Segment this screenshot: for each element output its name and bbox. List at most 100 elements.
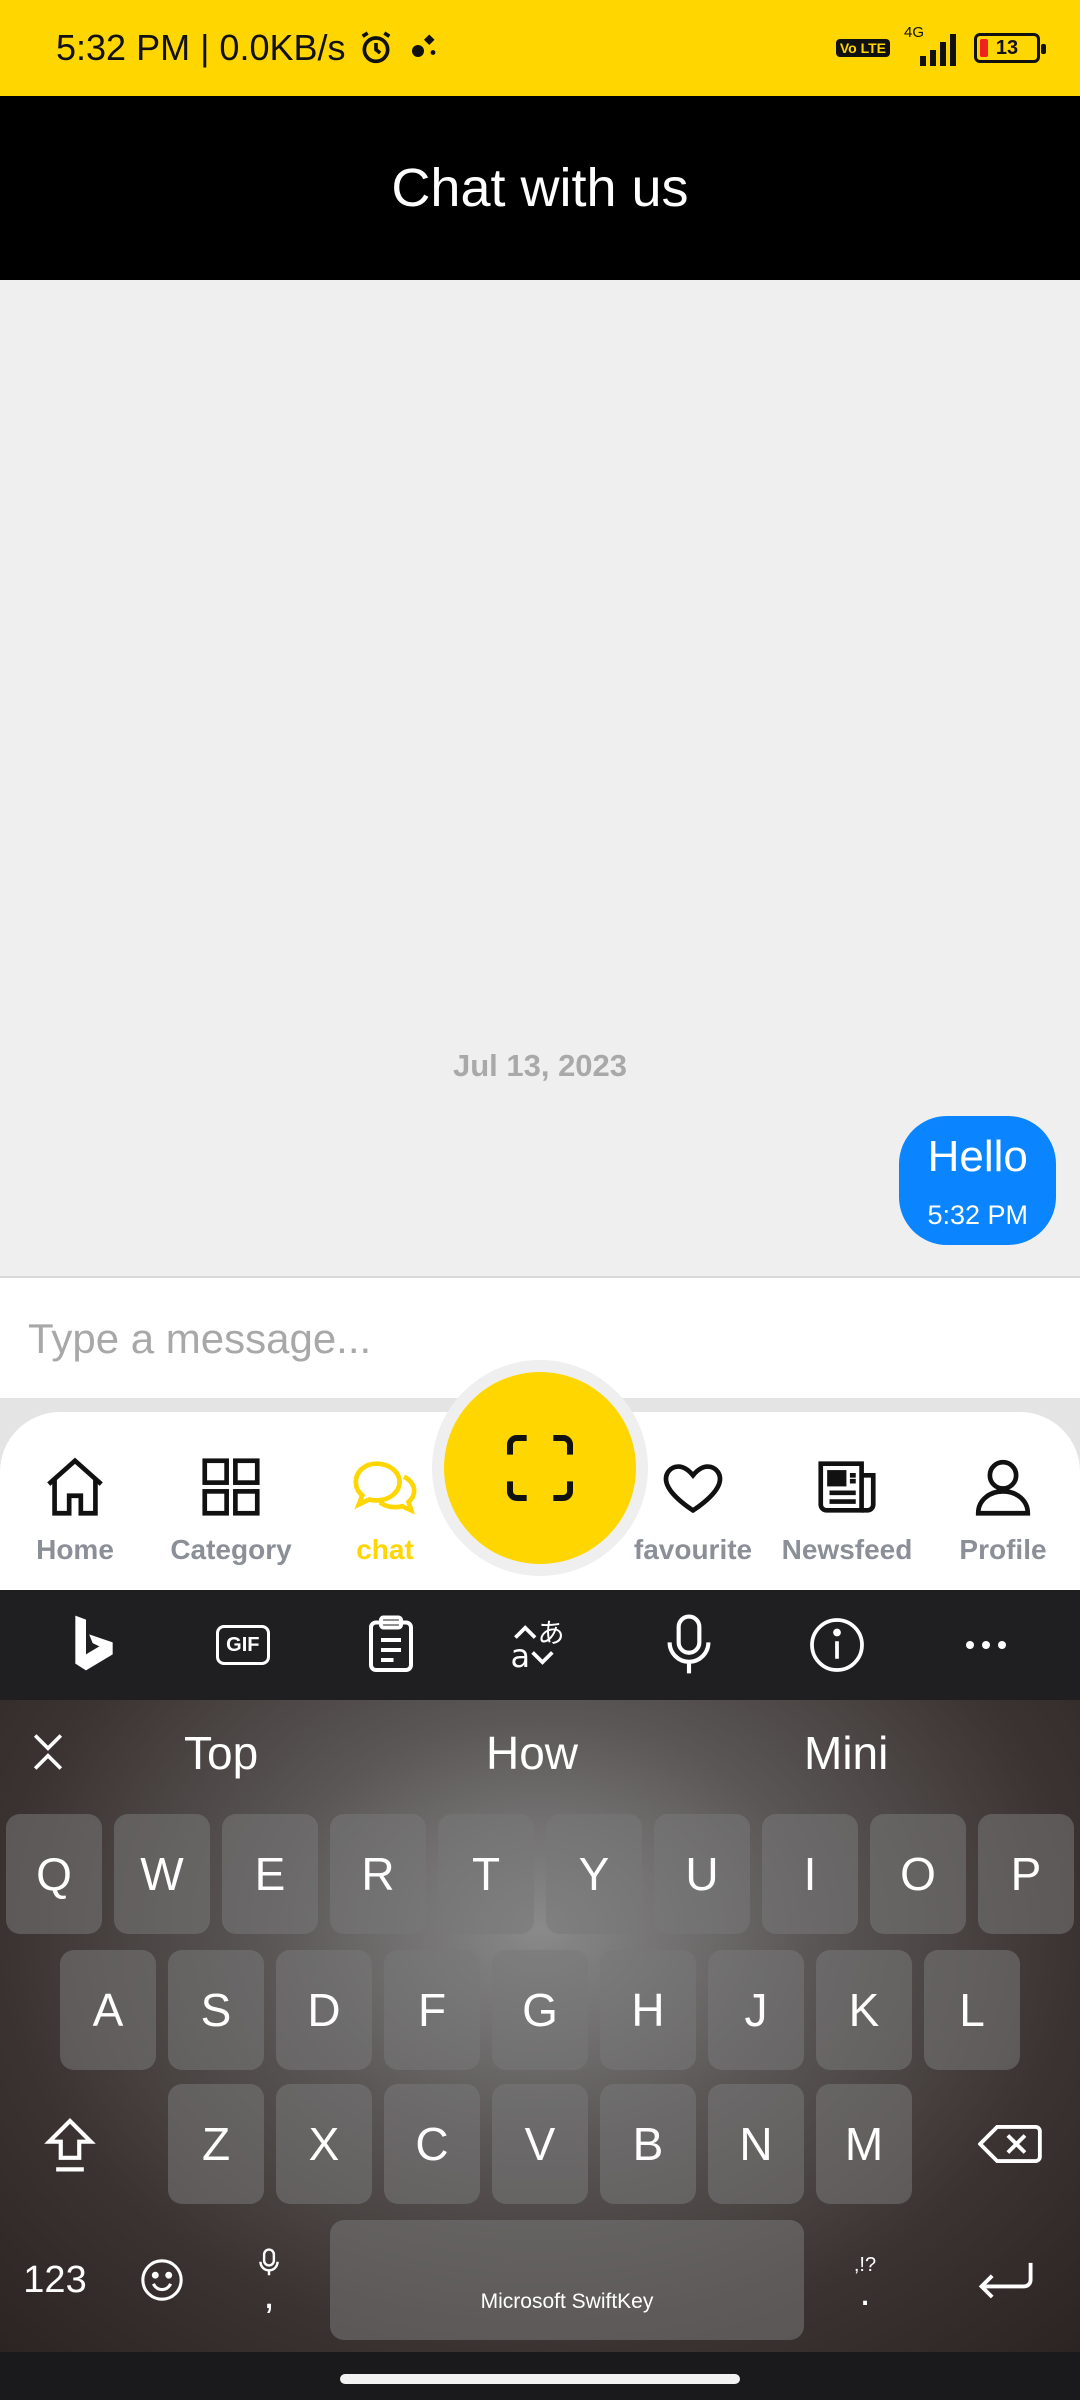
clipboard-icon <box>369 1615 414 1672</box>
key-w[interactable]: W <box>114 1814 210 1934</box>
nav-label-category: Category <box>170 1534 292 1565</box>
nav-item-profile[interactable]: Profile <box>928 1452 1078 1566</box>
key-l[interactable]: L <box>924 1950 1020 2070</box>
translate-button[interactable]: aあ <box>500 1605 580 1685</box>
message-time: 5:32 PM <box>927 1200 1028 1230</box>
gesture-handle[interactable] <box>340 2374 740 2384</box>
backspace-icon <box>978 2125 1042 2163</box>
message-bubble[interactable]: Hello 5:32 PM <box>899 1116 1056 1245</box>
key-z[interactable]: Z <box>168 2084 264 2204</box>
nav-label-home: Home <box>36 1534 114 1565</box>
chat-bubble-icon <box>353 1461 417 1515</box>
bing-icon <box>75 1615 113 1671</box>
battery-fill <box>980 39 988 57</box>
suggestion-1[interactable]: Top <box>184 1726 258 1780</box>
svg-text:あ: あ <box>538 1619 565 1650</box>
more-button[interactable] <box>946 1605 1026 1685</box>
status-left: 5:32 PM | 0.0KB/s <box>56 27 442 69</box>
key-r[interactable]: R <box>330 1814 426 1934</box>
key-q[interactable]: Q <box>6 1814 102 1934</box>
signal-icon: 4G <box>904 24 960 66</box>
numbers-key[interactable]: 123 <box>0 2220 110 2340</box>
key-m[interactable]: M <box>816 2084 912 2204</box>
key-g[interactable]: G <box>492 1950 588 2070</box>
nav-item-newsfeed[interactable]: Newsfeed <box>772 1452 922 1566</box>
period-label: . <box>859 2269 871 2314</box>
key-b[interactable]: B <box>600 2084 696 2204</box>
status-right: Vo LTE 4G 13 <box>835 24 1046 66</box>
app-header: Chat with us <box>0 96 1080 280</box>
info-icon <box>810 1618 864 1672</box>
message-text: Hello <box>927 1132 1028 1181</box>
network-type: 4G <box>904 24 925 41</box>
translate-icon: aあ <box>510 1619 565 1675</box>
space-key[interactable]: Microsoft SwiftKey <box>330 2220 804 2340</box>
battery-icon: 13 <box>974 33 1046 63</box>
scan-button[interactable] <box>444 1372 636 1564</box>
key-v[interactable]: V <box>492 2084 588 2204</box>
comma-label: , <box>263 2273 275 2317</box>
key-c[interactable]: C <box>384 2084 480 2204</box>
key-j[interactable]: J <box>708 1950 804 2070</box>
info-button[interactable] <box>797 1605 877 1685</box>
scan-icon <box>507 1435 573 1501</box>
enter-icon <box>978 2262 1033 2299</box>
keyboard-toolbar: GIF aあ <box>0 1590 1080 1700</box>
gif-button[interactable]: GIF <box>203 1605 283 1685</box>
home-icon <box>47 1457 103 1516</box>
mic-icon <box>667 1614 710 1674</box>
suggestion-2[interactable]: How <box>486 1726 578 1780</box>
voice-button[interactable] <box>649 1605 729 1685</box>
key-n[interactable]: N <box>708 2084 804 2204</box>
status-time: 5:32 PM | 0.0KB/s <box>56 27 346 68</box>
period-key[interactable]: ,!? . <box>820 2220 910 2340</box>
gif-icon: GIF <box>215 1625 270 1665</box>
svg-text:a: a <box>510 1637 530 1675</box>
user-icon <box>975 1459 1031 1516</box>
grid-icon <box>202 1458 260 1516</box>
nav-item-home[interactable]: Home <box>0 1452 150 1566</box>
key-h[interactable]: H <box>600 1950 696 2070</box>
key-t[interactable]: T <box>438 1814 534 1934</box>
key-e[interactable]: E <box>222 1814 318 1934</box>
key-i[interactable]: I <box>762 1814 858 1934</box>
nav-label-profile: Profile <box>959 1534 1047 1565</box>
shift-key[interactable] <box>20 2084 120 2204</box>
key-u[interactable]: U <box>654 1814 750 1934</box>
more-icon <box>965 1641 1006 1649</box>
bing-button[interactable] <box>54 1605 134 1685</box>
key-k[interactable]: K <box>816 1950 912 2070</box>
suggestion-3[interactable]: Mini <box>804 1726 888 1780</box>
message-input[interactable] <box>28 1315 1028 1363</box>
key-p[interactable]: P <box>978 1814 1074 1934</box>
key-x[interactable]: X <box>276 2084 372 2204</box>
backspace-key[interactable] <box>960 2084 1060 2204</box>
clipboard-button[interactable] <box>351 1605 431 1685</box>
keyboard: Top How Mini Q W E R T Y U I O P A S D F… <box>0 1700 1080 2352</box>
satellite-icon <box>406 30 442 66</box>
comma-key[interactable]: , <box>224 2220 314 2340</box>
page-title: Chat with us <box>391 158 689 218</box>
date-separator: Jul 13, 2023 <box>452 1048 628 1083</box>
status-bar: 5:32 PM | 0.0KB/s Vo LTE 4G 13 <box>0 0 1080 96</box>
key-y[interactable]: Y <box>546 1814 642 1934</box>
nav-item-category[interactable]: Category <box>156 1452 306 1566</box>
nav-label-newsfeed: Newsfeed <box>781 1534 913 1565</box>
key-f[interactable]: F <box>384 1950 480 2070</box>
key-s[interactable]: S <box>168 1950 264 2070</box>
suggestion-bar: Top How Mini <box>0 1700 1080 1806</box>
nav-label-favourite: favourite <box>633 1534 753 1565</box>
alarm-icon <box>356 28 396 68</box>
nav-label-chat: chat <box>356 1534 414 1565</box>
enter-key[interactable] <box>950 2220 1060 2340</box>
gif-label: GIF <box>226 1633 260 1656</box>
shift-icon <box>44 2117 96 2172</box>
collapse-icon[interactable] <box>26 1730 70 1774</box>
emoji-key[interactable] <box>120 2220 204 2340</box>
key-d[interactable]: D <box>276 1950 372 2070</box>
battery-level: 13 <box>995 36 1019 59</box>
key-a[interactable]: A <box>60 1950 156 2070</box>
key-o[interactable]: O <box>870 1814 966 1934</box>
volte-icon: Vo LTE <box>835 39 890 57</box>
chat-area[interactable]: Jul 13, 2023 Hello 5:32 PM <box>0 280 1080 1276</box>
